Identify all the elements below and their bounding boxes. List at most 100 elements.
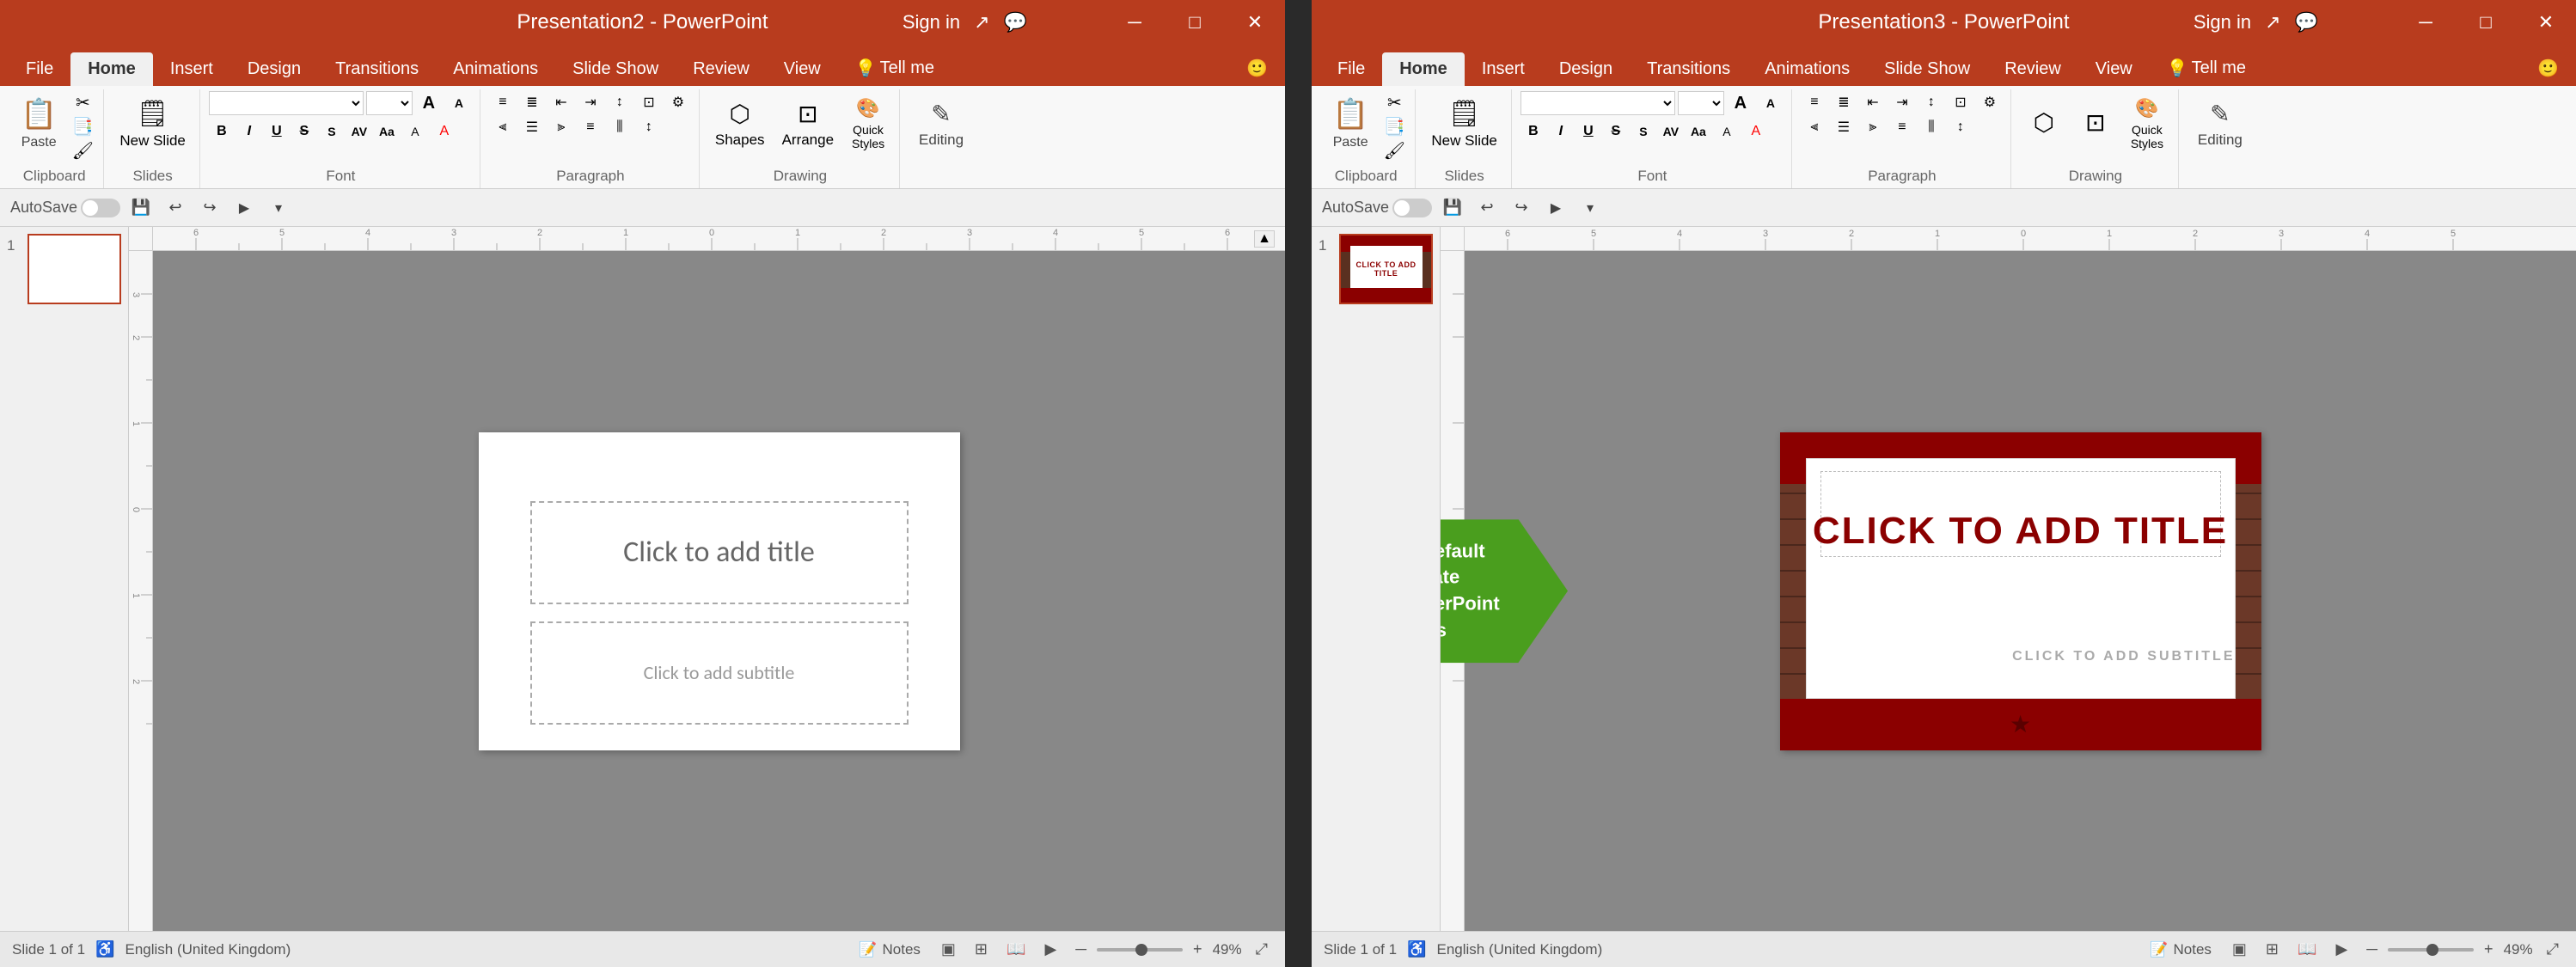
italic-button-right[interactable]: I [1548,120,1574,143]
shadow-button-right[interactable]: S [1631,120,1656,143]
increase-indent-button-right[interactable]: ⇥ [1888,91,1916,113]
paste-button-left[interactable]: 📋 Paste [12,91,65,156]
tab-tellme-right[interactable]: 💡 Tell me [2150,51,2263,86]
redo-button-right[interactable]: ↪ [1508,194,1535,222]
tab-insert-left[interactable]: Insert [153,52,230,86]
more-qa-button-left[interactable]: ▾ [265,194,292,222]
char-spacing-button-left[interactable]: AV [346,120,372,143]
decrease-indent-button-left[interactable]: ⇤ [548,91,575,113]
notes-button-left[interactable]: 📝 Notes [852,939,927,960]
underline-button-left[interactable]: U [264,120,290,143]
undo-button-right[interactable]: ↩ [1473,194,1501,222]
notes-button-right[interactable]: 📝 Notes [2143,939,2218,960]
zoom-track-left[interactable] [1097,948,1183,952]
bullets-button-left[interactable]: ≡ [489,91,517,113]
line-spacing-button-left[interactable]: ↕ [635,116,663,138]
reading-view-button-left[interactable]: 📖 [1001,939,1031,960]
font-color-button-left[interactable]: A [431,120,458,143]
new-slide-button-right[interactable]: 🗒 New Slide [1424,91,1504,156]
justify-button-left[interactable]: ≡ [577,116,604,138]
smiley-icon-left[interactable]: 🙂 [1229,51,1285,86]
collapse-ribbon-button-left[interactable]: ▲ [1254,230,1275,248]
columns-button-right[interactable]: ⫼ [1918,116,1945,138]
zoom-out-button-right[interactable]: ─ [2361,939,2383,960]
save-button-qa-left[interactable]: 💾 [127,194,155,222]
font-name-select-right[interactable] [1521,91,1675,115]
align-right-button-left[interactable]: ⫸ [548,116,575,138]
slide-thumbnail-1-left[interactable] [28,234,121,304]
minimize-button-left[interactable]: ─ [1104,0,1165,45]
decrease-font-button-left[interactable]: A [445,92,473,114]
line-spacing-button-right[interactable]: ↕ [1947,116,1974,138]
tab-view-right[interactable]: View [2078,52,2150,86]
strikethrough-button-right[interactable]: S [1603,120,1629,143]
paste-button-right[interactable]: 📋 Paste [1324,91,1377,156]
close-button-left[interactable]: ✕ [1225,0,1285,45]
align-text-button-right[interactable]: ⊡ [1947,91,1974,113]
align-text-button-left[interactable]: ⊡ [635,91,663,113]
comment-icon-left[interactable]: 💬 [1004,11,1027,34]
tab-animations-right[interactable]: Animations [1747,52,1867,86]
slide-thumbnail-1-right[interactable]: CLICK TO ADD TITLE [1339,234,1433,304]
font-color-button-right[interactable]: A [1742,120,1770,143]
zoom-in-button-right[interactable]: + [2479,939,2499,960]
quick-styles-button-right[interactable]: 🎨 QuickStyles [2123,91,2171,156]
shapes-button-right[interactable]: ⬡ [2020,91,2068,156]
copy-button-right[interactable]: 📑 [1380,115,1408,138]
editing-button-left[interactable]: ✎ Editing [909,91,974,156]
smartart-button-right[interactable]: ⚙ [1976,91,2004,113]
zoom-in-button-left[interactable]: + [1188,939,1208,960]
smiley-icon-right[interactable]: 🙂 [2520,51,2576,86]
slide-template-title-right[interactable]: CLICK TO ADD TITLE [1780,510,2261,553]
tab-transitions-right[interactable]: Transitions [1630,52,1747,86]
decrease-indent-button-right[interactable]: ⇤ [1859,91,1887,113]
numbering-button-left[interactable]: ≣ [518,91,546,113]
font-size-select-left[interactable] [366,91,413,115]
numbering-button-right[interactable]: ≣ [1830,91,1857,113]
fit-slide-button-left[interactable]: ⤢ [1251,939,1273,960]
change-case-button-right[interactable]: Aa [1686,120,1711,143]
signin-link-left[interactable]: Sign in [903,11,960,34]
arrange-button-left[interactable]: ⊡ Arrange [775,91,841,156]
columns-button-left[interactable]: ⫼ [606,116,633,138]
save-button-qa-right[interactable]: 💾 [1439,194,1466,222]
decrease-font-button-right[interactable]: A [1757,92,1784,114]
clear-format-button-left[interactable]: A [401,120,429,143]
slideshow-button-left[interactable]: ▶ [1039,939,1062,960]
bold-button-right[interactable]: B [1521,120,1546,143]
normal-view-button-right[interactable]: ▣ [2227,939,2252,960]
maximize-button-left[interactable]: □ [1165,0,1225,45]
bold-button-left[interactable]: B [209,120,235,143]
align-right-button-right[interactable]: ⫸ [1859,116,1887,138]
redo-button-left[interactable]: ↪ [196,194,223,222]
zoom-out-button-left[interactable]: ─ [1070,939,1092,960]
underline-button-right[interactable]: U [1576,120,1601,143]
smartart-button-left[interactable]: ⚙ [664,91,692,113]
slide-sorter-button-left[interactable]: ⊞ [970,939,993,960]
increase-indent-button-left[interactable]: ⇥ [577,91,604,113]
comment-icon-right[interactable]: 💬 [2295,11,2318,34]
cut-button-right[interactable]: ✂ [1380,91,1408,113]
tab-review-right[interactable]: Review [1987,52,2078,86]
undo-button-left[interactable]: ↩ [162,194,189,222]
slide-main-left[interactable]: Click to add title Click to add subtitle [479,432,960,750]
format-painter-button-left[interactable]: 🖌 [69,139,96,162]
cut-button-left[interactable]: ✂ [69,91,96,113]
copy-button-left[interactable]: 📑 [69,115,96,138]
close-button-right[interactable]: ✕ [2516,0,2576,45]
text-direction-button-left[interactable]: ↕ [606,91,633,113]
format-painter-button-right[interactable]: 🖌 [1380,139,1408,162]
char-spacing-button-right[interactable]: AV [1658,120,1684,143]
normal-view-button-left[interactable]: ▣ [936,939,961,960]
align-left-button-left[interactable]: ⫷ [489,116,517,138]
new-slide-button-left[interactable]: 🗒 New Slide [113,91,193,156]
align-center-button-left[interactable]: ☰ [518,116,546,138]
autosave-switch-right[interactable] [1392,199,1432,217]
tab-view-left[interactable]: View [767,52,838,86]
shadow-button-left[interactable]: S [319,120,345,143]
align-left-button-right[interactable]: ⫷ [1801,116,1828,138]
justify-button-right[interactable]: ≡ [1888,116,1916,138]
tab-home-left[interactable]: Home [70,52,153,86]
autosave-switch-left[interactable] [81,199,120,217]
accessible-icon-right[interactable]: ♿ [1407,940,1426,958]
